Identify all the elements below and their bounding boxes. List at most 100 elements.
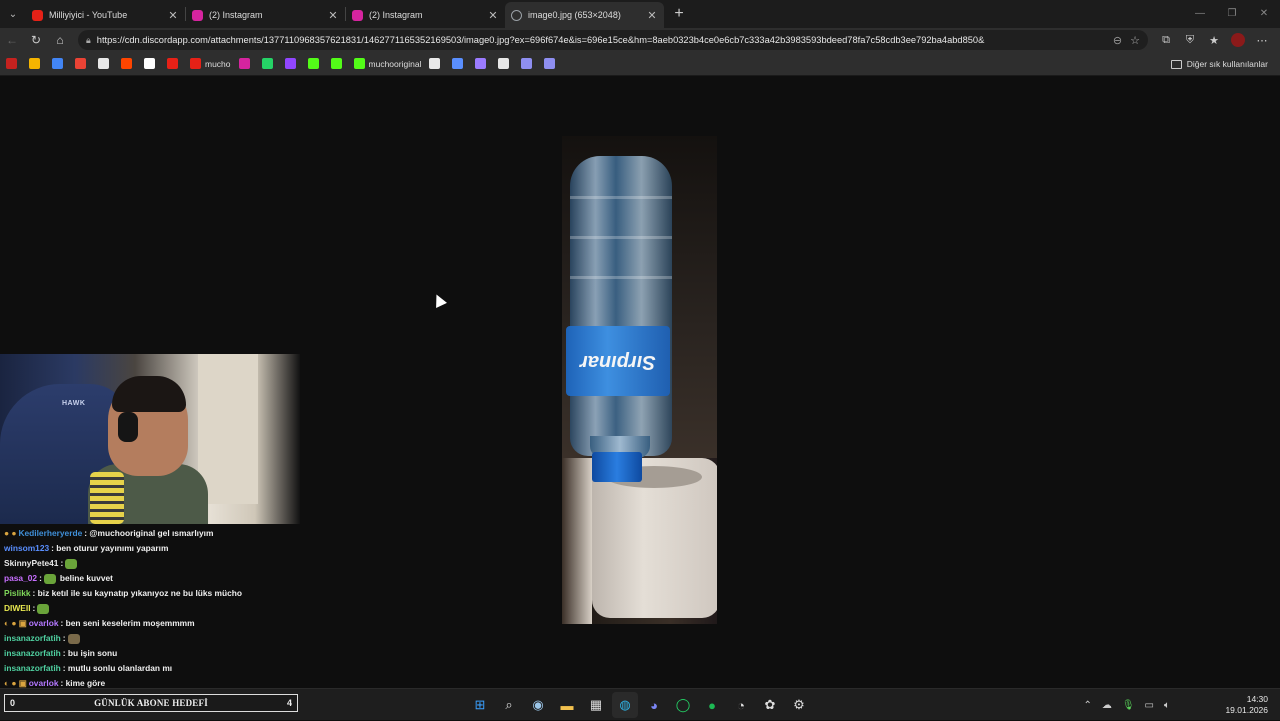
bookmark-item[interactable] <box>330 58 346 69</box>
volume-icon[interactable]: 🔈︎ <box>1164 700 1170 711</box>
chat-message: Pislikk: biz ketıl ile su kaynatıp yıkan… <box>4 586 296 601</box>
chat-username: insanazorfatih <box>4 648 61 658</box>
edge-icon[interactable]: ◍ <box>612 692 638 718</box>
profile-avatar[interactable] <box>1231 33 1245 47</box>
discord-icon[interactable]: ◕ <box>641 692 667 718</box>
bookmark-item[interactable] <box>307 58 323 69</box>
streamer-hair <box>112 376 186 412</box>
chat-message: ● ● Kedilerheryerde: @muchooriginal gel ı… <box>4 526 296 541</box>
lock-icon[interactable]: 🔒︎ <box>86 35 91 46</box>
chatgpt-icon[interactable]: ✿ <box>757 692 783 718</box>
chat-message: insanazorfatih: mutlu sonlu olanlardan m… <box>4 661 296 676</box>
home-button[interactable]: ⌂ <box>48 33 72 47</box>
bookmark-item[interactable] <box>75 58 90 69</box>
close-icon[interactable]: ✕ <box>327 9 339 22</box>
extensions-icon[interactable]: ⧉ <box>1154 34 1178 47</box>
microphone-icon[interactable]: 🎙︎ <box>1122 700 1135 711</box>
feather-icon <box>475 58 487 69</box>
bookmark-item[interactable] <box>475 58 490 69</box>
bookmark-item[interactable] <box>498 58 513 69</box>
tab-title: (2) Instagram <box>209 10 263 20</box>
tab-image[interactable]: image0.jpg (653×2048) ✕ <box>505 2 664 28</box>
globe-icon <box>511 9 522 21</box>
close-icon[interactable]: ✕ <box>167 9 179 22</box>
steam-icon[interactable]: ◉ <box>525 692 551 718</box>
file-explorer-icon[interactable]: ▬ <box>554 692 580 718</box>
bookmark-item[interactable] <box>98 58 113 69</box>
refresh-button[interactable]: ↻ <box>24 33 48 47</box>
bookmark-item[interactable] <box>167 58 182 69</box>
bookmark-item[interactable] <box>121 58 136 69</box>
bookmark-item[interactable] <box>29 58 44 69</box>
chat-message: insanazorfatih: bu işin sonu <box>4 646 296 661</box>
start-icon[interactable]: ⊞ <box>467 692 493 718</box>
tab-instagram-1[interactable]: (2) Instagram ✕ <box>186 2 345 28</box>
onedrive-icon[interactable]: ☁ <box>1102 700 1112 711</box>
back-button[interactable]: ← <box>0 33 24 47</box>
bookmark-item[interactable] <box>521 58 536 69</box>
close-icon[interactable]: ✕ <box>646 9 658 22</box>
kick-icon <box>353 58 365 69</box>
youtube-icon <box>190 58 201 69</box>
bookmark-item[interactable] <box>144 58 159 69</box>
photo-shadow <box>562 458 592 624</box>
search-icon[interactable]: ⌕ <box>496 692 522 718</box>
bookmark-item[interactable] <box>261 58 277 69</box>
bookmark-item[interactable] <box>544 58 559 69</box>
bottle-photo[interactable]: Sırpınar <box>562 136 717 624</box>
new-tab-button[interactable]: + <box>668 5 690 23</box>
chat-text: : @muchooriginal gel ısmarlıyım <box>84 528 214 538</box>
store-icon[interactable]: ▦ <box>583 692 609 718</box>
shield-icon <box>544 58 556 69</box>
browser-essentials-icon[interactable]: ⛨ <box>1178 34 1202 47</box>
bookmark-item[interactable]: mucho <box>190 58 231 69</box>
chat-username: pasa_02 <box>4 573 38 583</box>
maximize-button[interactable]: ❐ <box>1216 0 1248 28</box>
chat-text: : mutlu sonlu olanlardan mı <box>62 663 173 673</box>
chat-emote-icon <box>67 633 80 644</box>
bookmark-item[interactable]: muchooriginal <box>353 58 422 69</box>
bookmark-item[interactable] <box>238 58 254 69</box>
tab-list-button[interactable]: ⌄ <box>0 0 26 28</box>
zoom-icon[interactable]: ⊖ <box>1113 34 1122 47</box>
other-bookmarks-label: Diğer sık kullanılanlar <box>1186 59 1268 69</box>
close-icon[interactable]: ✕ <box>487 9 499 22</box>
favorites-icon[interactable]: ★ <box>1202 34 1226 47</box>
chat-text: : <box>39 573 42 583</box>
bookmark-item[interactable] <box>429 58 444 69</box>
chat-username: SkinnyPete41 <box>4 558 59 568</box>
spotify-icon[interactable]: ● <box>699 692 725 718</box>
bookmark-item[interactable] <box>284 58 300 69</box>
chat-username: ovarlok <box>28 618 59 628</box>
tm-icon <box>498 58 510 69</box>
url-field[interactable]: 🔒︎ https://cdn.discordapp.com/attachment… <box>78 30 1148 50</box>
minimize-button[interactable]: — <box>1184 0 1216 28</box>
gmail-icon <box>6 58 17 69</box>
whatsapp-icon[interactable]: ◯ <box>670 692 696 718</box>
clock[interactable]: 14:30 19.01.2026 <box>1225 694 1268 716</box>
chat-message: winsom123: ben oturur yayınımı yaparım <box>4 541 296 556</box>
bookmark-item[interactable] <box>6 58 21 69</box>
chat-username: Pislikk <box>4 588 31 598</box>
tab-bar: ⌄ Milliyiyici - YouTube ✕ (2) Instagram … <box>0 0 1280 28</box>
chevron-up-icon[interactable]: ⌃ <box>1083 700 1091 711</box>
more-menu-icon[interactable]: ⋯ <box>1250 34 1274 47</box>
headphones <box>118 412 138 442</box>
bookmark-item[interactable] <box>52 58 67 69</box>
display-icon[interactable]: ▭ <box>1145 700 1154 711</box>
bookmark-label: muchooriginal <box>368 58 422 69</box>
obs-icon[interactable]: ◔ <box>728 692 754 718</box>
tab-youtube[interactable]: Milliyiyici - YouTube ✕ <box>26 2 185 28</box>
favorite-star-icon[interactable]: ☆ <box>1130 34 1140 47</box>
youtube-icon <box>32 9 43 21</box>
chat-text: : <box>62 633 66 643</box>
close-window-button[interactable]: ✕ <box>1248 0 1280 28</box>
twitch-icon <box>284 58 296 69</box>
water-bottle <box>570 156 672 456</box>
tab-instagram-2[interactable]: (2) Instagram ✕ <box>346 2 505 28</box>
other-bookmarks[interactable]: Diğer sık kullanılanlar <box>1170 52 1268 76</box>
chat-username: winsom123 <box>4 543 50 553</box>
chat-overlay: ● ● Kedilerheryerde: @muchooriginal gel ı… <box>0 524 300 688</box>
settings-icon[interactable]: ⚙ <box>786 692 812 718</box>
bookmark-item[interactable] <box>452 58 467 69</box>
